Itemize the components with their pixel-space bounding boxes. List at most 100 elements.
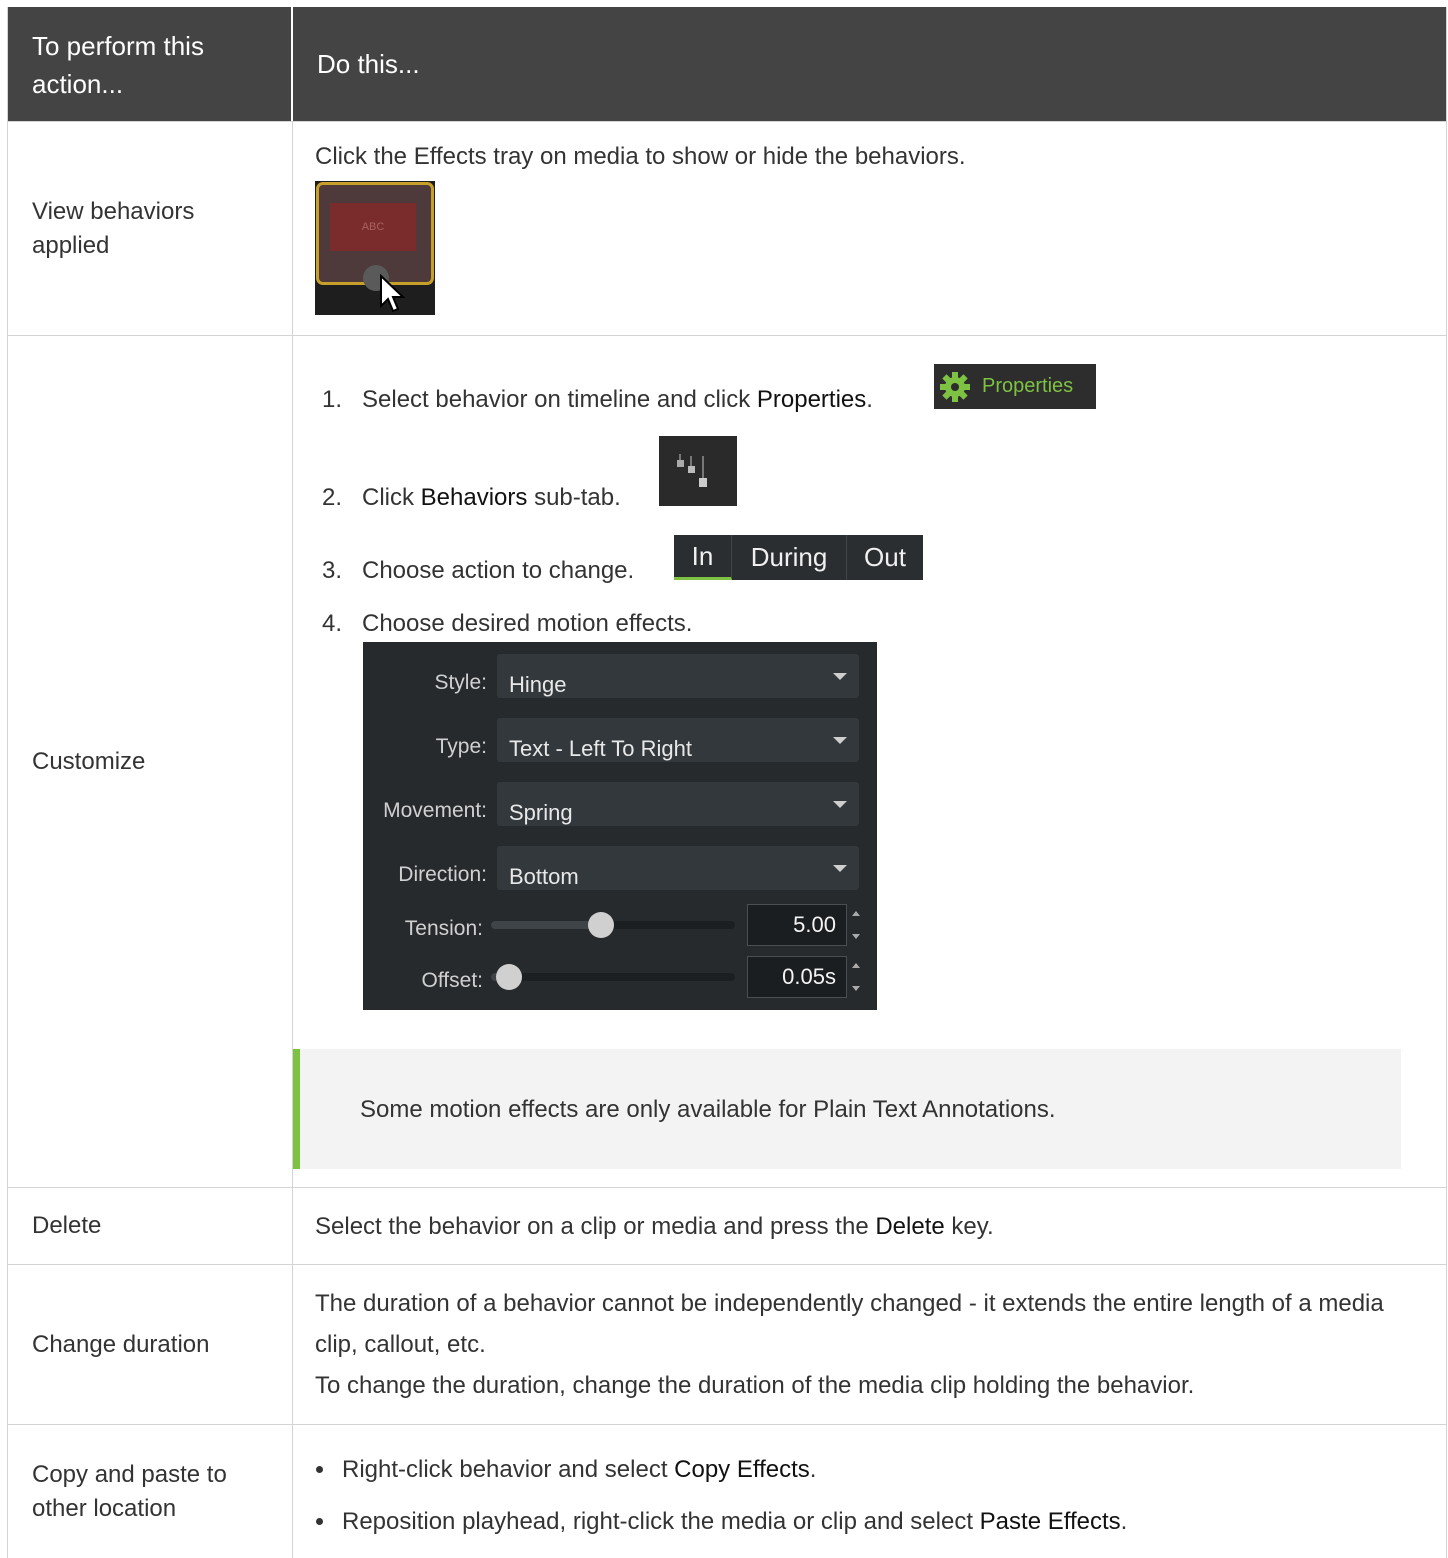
movement-row: Movement: Spring bbox=[363, 782, 877, 826]
action-cell: Change duration bbox=[8, 1265, 293, 1424]
movement-label: Movement: bbox=[383, 799, 487, 822]
step-text: Select behavior on timeline and click bbox=[362, 386, 757, 413]
behaviors-icon bbox=[677, 454, 707, 487]
chevron-down-icon bbox=[833, 801, 847, 808]
type-label: Type: bbox=[435, 735, 487, 758]
step-number: 4. bbox=[322, 610, 343, 637]
table-row: Copy and paste to other location Right-c… bbox=[8, 1424, 1446, 1558]
tab-out[interactable]: Out bbox=[847, 535, 923, 580]
description-text: The duration of a behavior cannot be ind… bbox=[315, 1290, 1384, 1358]
properties-label: Properties bbox=[982, 375, 1074, 397]
step-number: 1. bbox=[322, 386, 343, 413]
spin-up-icon[interactable] bbox=[852, 963, 860, 968]
tab-in[interactable]: In bbox=[674, 535, 732, 580]
step-bold-text: Properties bbox=[756, 386, 867, 413]
step-item: 2. Click Behaviors sub-tab. bbox=[322, 477, 621, 518]
bullet-dot bbox=[316, 1466, 323, 1473]
spin-down-icon[interactable] bbox=[852, 934, 860, 939]
step-text: Choose desired motion effects. bbox=[362, 610, 693, 637]
step-item: 4. Choose desired motion effects. bbox=[322, 603, 692, 644]
step-bold-text: Behaviors bbox=[420, 484, 528, 511]
action-cell: Copy and paste to other location bbox=[8, 1425, 293, 1558]
step-text: . bbox=[866, 386, 873, 413]
offset-input[interactable]: 0.05s bbox=[747, 956, 847, 998]
description-cell: 1. Select behavior on timeline and click … bbox=[293, 336, 1446, 1187]
bullet-text: . bbox=[1120, 1508, 1128, 1535]
bullet-dot bbox=[316, 1518, 323, 1525]
table-header: To perform this action... Do this... bbox=[8, 7, 1446, 121]
chevron-down-icon bbox=[833, 673, 847, 680]
delete-key-text: Delete bbox=[875, 1212, 945, 1240]
tension-slider-fill bbox=[491, 921, 601, 929]
mouse-cursor-icon bbox=[380, 274, 405, 313]
direction-row: Direction: Bottom bbox=[363, 846, 877, 890]
table-row: Change duration The duration of a behavi… bbox=[8, 1264, 1446, 1424]
tension-input[interactable]: 5.00 bbox=[747, 904, 847, 946]
bullet-text: . bbox=[809, 1456, 817, 1483]
action-tabs: In During Out bbox=[674, 535, 923, 580]
bullet-item: Right-click behavior and select Copy Eff… bbox=[316, 1449, 817, 1490]
effects-tray-image: ABC bbox=[315, 181, 435, 315]
description-text: Click the Effects tray on media to show … bbox=[315, 143, 966, 170]
direction-label: Direction: bbox=[398, 863, 487, 886]
style-value: Hinge bbox=[509, 672, 567, 697]
step-text: sub-tab. bbox=[527, 484, 621, 511]
direction-dropdown[interactable]: Bottom bbox=[497, 846, 859, 890]
step-text: Click bbox=[362, 484, 421, 511]
table-row: Customize 1. Select behavior on timeline … bbox=[8, 335, 1446, 1187]
step-number: 2. bbox=[322, 484, 343, 511]
behaviors-tab-icon[interactable] bbox=[659, 436, 737, 506]
tension-spinner[interactable] bbox=[851, 905, 861, 945]
step-text: Choose action to change. bbox=[362, 557, 635, 584]
header-do-this: Do this... bbox=[317, 48, 420, 79]
type-value: Text - Left To Right bbox=[509, 736, 693, 761]
direction-value: Bottom bbox=[509, 864, 579, 889]
offset-label: Offset: bbox=[421, 969, 483, 992]
table-row: Delete Select the behavior on a clip or … bbox=[8, 1187, 1446, 1264]
behaviors-table: To perform this action... Do this... Vie… bbox=[7, 7, 1447, 1558]
description-cell: Select the behavior on a clip or media a… bbox=[293, 1188, 1446, 1264]
description-cell: Right-click behavior and select Copy Eff… bbox=[293, 1425, 1446, 1558]
movement-value: Spring bbox=[509, 800, 573, 825]
description-text: To change the duration, change the durat… bbox=[315, 1372, 1195, 1399]
action-cell: Delete bbox=[8, 1188, 293, 1264]
step-item: 3. Choose action to change. bbox=[322, 550, 634, 591]
properties-button[interactable]: Properties bbox=[934, 364, 1096, 409]
style-row: Style: Hinge bbox=[363, 654, 877, 698]
offset-spinner[interactable] bbox=[851, 957, 861, 997]
spin-up-icon[interactable] bbox=[852, 911, 860, 916]
style-label: Style: bbox=[434, 671, 487, 694]
bullet-text: Right-click behavior and select bbox=[342, 1456, 675, 1483]
description-text: Select the behavior on a clip or media a… bbox=[315, 1212, 876, 1240]
bullet-bold-text: Copy Effects bbox=[674, 1456, 810, 1483]
type-dropdown[interactable]: Text - Left To Right bbox=[497, 718, 859, 762]
step-item: 1. Select behavior on timeline and click … bbox=[322, 379, 873, 420]
tension-slider-handle[interactable] bbox=[587, 912, 614, 938]
note-callout: Some motion effects are only available f… bbox=[293, 1049, 1401, 1169]
gear-icon bbox=[940, 371, 970, 402]
action-cell: View behaviors applied bbox=[8, 122, 293, 335]
chevron-down-icon bbox=[833, 865, 847, 872]
description-cell: Click the Effects tray on media to show … bbox=[293, 122, 1446, 335]
step-number: 3. bbox=[322, 557, 343, 584]
offset-row: Offset: 0.05s bbox=[363, 956, 877, 1000]
bullet-text: Reposition playhead, right-click the med… bbox=[342, 1508, 980, 1535]
type-row: Type: Text - Left To Right bbox=[363, 718, 877, 762]
bullet-bold-text: Paste Effects bbox=[979, 1508, 1121, 1535]
movement-dropdown[interactable]: Spring bbox=[497, 782, 859, 826]
behavior-properties-panel: Style: Hinge Type: Text - Left To Right … bbox=[363, 642, 877, 1010]
header-action: To perform this action... bbox=[8, 7, 293, 121]
bullet-item: Reposition playhead, right-click the med… bbox=[316, 1501, 1128, 1542]
tension-row: Tension: 5.00 bbox=[363, 904, 877, 948]
offset-slider[interactable] bbox=[491, 973, 735, 981]
tab-during[interactable]: During bbox=[732, 535, 847, 580]
spin-down-icon[interactable] bbox=[852, 986, 860, 991]
tension-label: Tension: bbox=[404, 917, 483, 940]
description-text: key. bbox=[944, 1212, 994, 1240]
description-cell: The duration of a behavior cannot be ind… bbox=[293, 1265, 1446, 1424]
callout-thumbnail: ABC bbox=[330, 203, 416, 251]
chevron-down-icon bbox=[833, 737, 847, 744]
action-cell: Customize bbox=[8, 336, 293, 1187]
offset-slider-handle[interactable] bbox=[496, 964, 523, 990]
style-dropdown[interactable]: Hinge bbox=[497, 654, 859, 698]
